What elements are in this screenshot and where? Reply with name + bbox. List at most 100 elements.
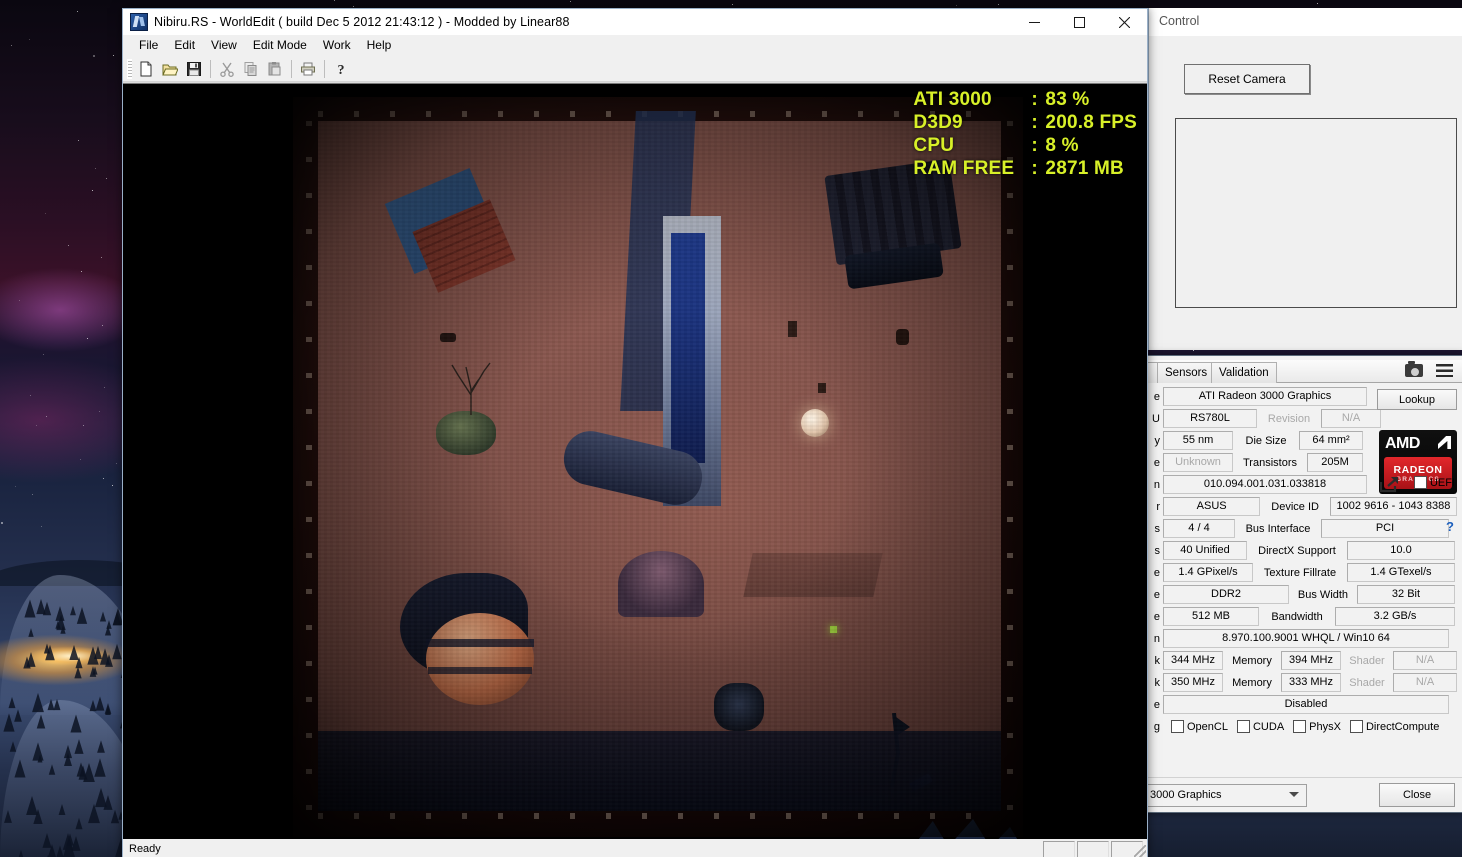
control-listbox[interactable] — [1175, 118, 1457, 308]
field-release-date-value: Unknown — [1163, 453, 1233, 472]
title-bar[interactable]: Nibiru.RS - WorldEdit ( build Dec 5 2012… — [123, 9, 1147, 35]
field-label-release-date: e — [1149, 457, 1163, 469]
computing-checkbox-group: OpenCL CUDA PhysX DirectCompute — [1163, 720, 1439, 733]
cut-button[interactable] — [215, 58, 238, 80]
gpu-selector-value: 3000 Graphics — [1150, 789, 1222, 801]
opencl-checkbox[interactable] — [1171, 720, 1184, 733]
gpuz-window: d Sensors Validation AMD RADEON GRAPHICS — [1142, 355, 1462, 813]
menu-work[interactable]: Work — [315, 36, 359, 54]
green-pickup — [830, 626, 837, 633]
bus-interface-help-icon[interactable]: ? — [1446, 519, 1454, 534]
uefi-checkbox-group[interactable]: UEFI — [1414, 476, 1455, 489]
amd-logo-text: AMD — [1385, 435, 1420, 453]
physx-label: PhysX — [1309, 721, 1341, 733]
field-gpu-clock-value: 344 MHz — [1163, 651, 1223, 670]
cuda-checkbox[interactable] — [1237, 720, 1250, 733]
field-texture-fillrate-value: 1.4 GTexel/s — [1347, 563, 1455, 582]
field-device-id-value: 1002 9616 - 1043 8388 — [1330, 497, 1457, 516]
field-bandwidth-value: 3.2 GB/s — [1335, 607, 1455, 626]
close-button[interactable]: Close — [1379, 783, 1455, 807]
performance-hud: ATI 3000 : 83 % D3D9 : 200.8 FPS CPU : 8… — [913, 88, 1137, 180]
resize-grip[interactable] — [1134, 845, 1146, 857]
menu-edit-mode[interactable]: Edit Mode — [245, 36, 315, 54]
field-transistors-value: 205M — [1307, 453, 1363, 472]
cut-scissors-icon — [219, 61, 235, 77]
rivet-line-right — [1007, 121, 1013, 811]
field-rops-tmus-value: 4 / 4 — [1163, 519, 1235, 538]
3d-viewport[interactable]: ATI 3000 : 83 % D3D9 : 200.8 FPS CPU : 8… — [123, 83, 1147, 839]
caption-memory-clock: Memory — [1223, 655, 1281, 667]
hamburger-menu-icon[interactable] — [1436, 364, 1453, 377]
sphere-band — [426, 639, 534, 647]
caption-texture-fillrate: Texture Fillrate — [1253, 567, 1347, 579]
close-button[interactable] — [1102, 9, 1147, 35]
maximize-button[interactable] — [1057, 9, 1102, 35]
field-default-memory-clock-value: 333 MHz — [1281, 673, 1341, 692]
checkbox-cuda[interactable]: CUDA — [1237, 720, 1284, 733]
physx-checkbox[interactable] — [1293, 720, 1306, 733]
field-label-computing: g — [1149, 721, 1163, 733]
save-button[interactable] — [182, 58, 205, 80]
tab-validation[interactable]: Validation — [1211, 362, 1277, 383]
minimize-button[interactable] — [1012, 9, 1057, 35]
lookup-button[interactable]: Lookup — [1377, 389, 1457, 410]
field-memory-size-value: 512 MB — [1163, 607, 1259, 626]
field-default-shader-clock-value: N/A — [1393, 673, 1457, 692]
open-folder-icon — [162, 61, 178, 77]
blue-panel — [385, 168, 499, 274]
tower-window — [671, 233, 705, 463]
hud-sep: : — [1031, 157, 1045, 180]
caption-die-size: Die Size — [1233, 435, 1299, 447]
print-button[interactable] — [296, 58, 319, 80]
gpu-selector-combobox[interactable]: 3000 Graphics — [1145, 784, 1307, 807]
tab-sensors[interactable]: Sensors — [1157, 362, 1215, 383]
menu-bar: File Edit View Edit Mode Work Help — [123, 35, 1147, 56]
uefi-label: UEFI — [1430, 477, 1455, 489]
opencl-label: OpenCL — [1187, 721, 1228, 733]
checkbox-directcompute[interactable]: DirectCompute — [1350, 720, 1439, 733]
reset-camera-button[interactable]: Reset Camera — [1184, 64, 1310, 94]
checkbox-opencl[interactable]: OpenCL — [1171, 720, 1228, 733]
copy-button[interactable] — [239, 58, 262, 80]
open-file-button[interactable] — [158, 58, 181, 80]
field-default-clock-value: 350 MHz — [1163, 673, 1223, 692]
hud-key-cpu: CPU — [913, 134, 1031, 157]
directcompute-checkbox[interactable] — [1350, 720, 1363, 733]
status-bar: Ready — [123, 839, 1147, 857]
menu-edit[interactable]: Edit — [166, 36, 203, 54]
sparkle-effect — [906, 793, 924, 811]
app-icon — [130, 13, 148, 31]
worldedit-window: Nibiru.RS - WorldEdit ( build Dec 5 2012… — [122, 8, 1148, 857]
rivet-line-left — [306, 121, 312, 811]
screenshot-camera-icon[interactable] — [1405, 364, 1423, 377]
tab-validation-label: Validation — [1219, 367, 1269, 379]
caption-shader-clock: Shader — [1341, 655, 1393, 667]
hud-row-ram: RAM FREE : 2871 MB — [913, 157, 1137, 180]
field-label-bios-version: n — [1149, 479, 1163, 491]
hull-shape — [400, 573, 528, 677]
tiny-creature — [440, 333, 456, 342]
distant-figure — [818, 383, 826, 393]
checkbox-physx[interactable]: PhysX — [1293, 720, 1341, 733]
control-panel: Control Reset Camera — [1148, 8, 1462, 350]
new-document-button[interactable] — [134, 58, 157, 80]
distant-figure — [788, 321, 797, 337]
window-title: Nibiru.RS - WorldEdit ( build Dec 5 2012… — [154, 15, 570, 29]
print-icon — [300, 61, 316, 77]
share-export-icon[interactable] — [1379, 476, 1399, 493]
gpuz-tab-strip: d Sensors Validation — [1143, 360, 1462, 383]
paste-button[interactable] — [263, 58, 286, 80]
menu-file[interactable]: File — [131, 36, 166, 54]
field-label-gpu-clock: k — [1149, 655, 1163, 667]
about-button[interactable]: ? — [329, 58, 352, 80]
pipe-arm — [559, 426, 708, 510]
menu-view[interactable]: View — [203, 36, 245, 54]
3d-scene — [293, 97, 1023, 837]
field-shaders-value: 40 Unified — [1163, 541, 1247, 560]
arch-structure — [618, 551, 704, 617]
copy-icon — [243, 61, 259, 77]
blue-item — [909, 773, 933, 791]
uefi-checkbox[interactable] — [1414, 476, 1427, 489]
menu-help[interactable]: Help — [359, 36, 400, 54]
toolbar-grip[interactable] — [127, 59, 132, 79]
